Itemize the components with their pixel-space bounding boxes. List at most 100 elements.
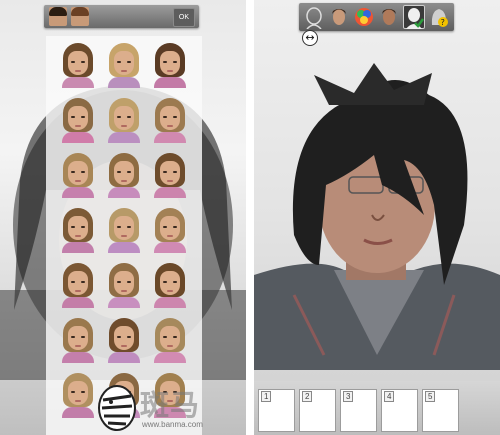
- saved-look-slot[interactable]: 1: [258, 389, 295, 432]
- eye: [173, 281, 177, 283]
- eye: [81, 391, 85, 393]
- eye: [81, 171, 85, 173]
- hairstyle-thumbnail[interactable]: [56, 42, 100, 88]
- eye: [117, 61, 121, 63]
- eye: [127, 116, 131, 118]
- head-outline-icon[interactable]: [303, 5, 325, 30]
- mouth: [167, 290, 173, 292]
- eye: [173, 61, 177, 63]
- eye: [163, 336, 167, 338]
- hairstyle-picker-screen: OK: [0, 0, 246, 435]
- shirt: [154, 352, 186, 363]
- shirt: [108, 77, 140, 88]
- eye: [81, 61, 85, 63]
- hairstyle-thumbnail[interactable]: [148, 42, 192, 88]
- watermark: 斑马 www.banma.com: [88, 380, 246, 435]
- mouth: [75, 400, 81, 402]
- eye: [81, 116, 85, 118]
- shirt: [62, 77, 94, 88]
- eye: [127, 281, 131, 283]
- mouth: [121, 125, 127, 127]
- hairstyle-thumbnail[interactable]: [102, 42, 146, 88]
- hairstyle-thumbnail[interactable]: [56, 152, 100, 198]
- shirt: [108, 297, 140, 308]
- hairstyle-thumbnail[interactable]: [148, 317, 192, 363]
- eye: [117, 281, 121, 283]
- hairstyle-thumbnail[interactable]: [102, 207, 146, 253]
- eye: [71, 226, 75, 228]
- eye: [127, 336, 131, 338]
- mouth: [75, 290, 81, 292]
- mouth: [75, 235, 81, 237]
- eye: [71, 61, 75, 63]
- eye: [173, 226, 177, 228]
- mouth: [75, 345, 81, 347]
- hairstyle-catalog[interactable]: [46, 36, 202, 435]
- shirt: [154, 132, 186, 143]
- hairstyle-thumbnail[interactable]: [56, 207, 100, 253]
- mouth: [167, 70, 173, 72]
- hairstyle-thumbnail[interactable]: [56, 262, 100, 308]
- eye: [117, 171, 121, 173]
- mouth: [167, 180, 173, 182]
- eye: [127, 61, 131, 63]
- shirt: [154, 297, 186, 308]
- hairstyle-thumbnail[interactable]: [148, 152, 192, 198]
- mouth: [121, 290, 127, 292]
- saved-looks-bar: 1 2 3 4 5: [254, 381, 500, 435]
- svg-text:?: ?: [441, 18, 445, 27]
- eye: [163, 116, 167, 118]
- mouth: [167, 235, 173, 237]
- eye: [117, 336, 121, 338]
- shirt: [154, 187, 186, 198]
- color-palette-icon[interactable]: [353, 5, 375, 29]
- female-face-icon[interactable]: [71, 7, 89, 26]
- preview-photo[interactable]: [254, 55, 500, 370]
- shirt: [62, 187, 94, 198]
- mouth: [121, 70, 127, 72]
- top-bar: OK: [44, 5, 199, 28]
- resize-handle-icon[interactable]: ↔: [302, 30, 318, 46]
- saved-look-slot[interactable]: 3: [340, 389, 377, 432]
- watermark-url: www.banma.com: [142, 420, 203, 429]
- male-face-icon[interactable]: [49, 7, 67, 26]
- eye: [81, 226, 85, 228]
- faces-icon[interactable]: [328, 5, 350, 29]
- hairstyle-thumbnail[interactable]: [102, 317, 146, 363]
- eye: [71, 336, 75, 338]
- shirt: [108, 352, 140, 363]
- hairstyle-thumbnail[interactable]: [148, 97, 192, 143]
- mouth: [75, 70, 81, 72]
- hairstyle-thumbnail[interactable]: [102, 262, 146, 308]
- eye: [71, 281, 75, 283]
- mouth: [167, 125, 173, 127]
- hairstyle-thumbnail[interactable]: [56, 317, 100, 363]
- slot-number: 4: [384, 391, 395, 402]
- eye: [163, 226, 167, 228]
- saved-look-slot[interactable]: 2: [299, 389, 336, 432]
- mouth: [121, 235, 127, 237]
- eye: [127, 226, 131, 228]
- shirt: [108, 242, 140, 253]
- eye: [173, 116, 177, 118]
- tool-bar: ?: [299, 3, 454, 31]
- hairstyle-thumbnail[interactable]: [102, 97, 146, 143]
- shirt: [154, 77, 186, 88]
- shirt: [108, 187, 140, 198]
- shirt: [62, 132, 94, 143]
- hairstyle-thumbnail[interactable]: [102, 152, 146, 198]
- zebra-logo-icon: [98, 385, 136, 431]
- confirm-silhouette-icon[interactable]: [403, 5, 425, 29]
- mouth: [75, 125, 81, 127]
- help-icon[interactable]: ?: [428, 5, 450, 29]
- hairstyle-thumbnail[interactable]: [148, 262, 192, 308]
- eye: [173, 171, 177, 173]
- ok-button[interactable]: OK: [172, 8, 195, 27]
- model-face-icon[interactable]: [378, 5, 400, 29]
- saved-look-slot[interactable]: 4: [381, 389, 418, 432]
- hairstyle-thumbnail[interactable]: [56, 97, 100, 143]
- saved-look-slot[interactable]: 5: [422, 389, 459, 432]
- watermark-brand: 斑马: [140, 388, 201, 422]
- hairstyle-thumbnail[interactable]: [148, 207, 192, 253]
- shirt: [154, 242, 186, 253]
